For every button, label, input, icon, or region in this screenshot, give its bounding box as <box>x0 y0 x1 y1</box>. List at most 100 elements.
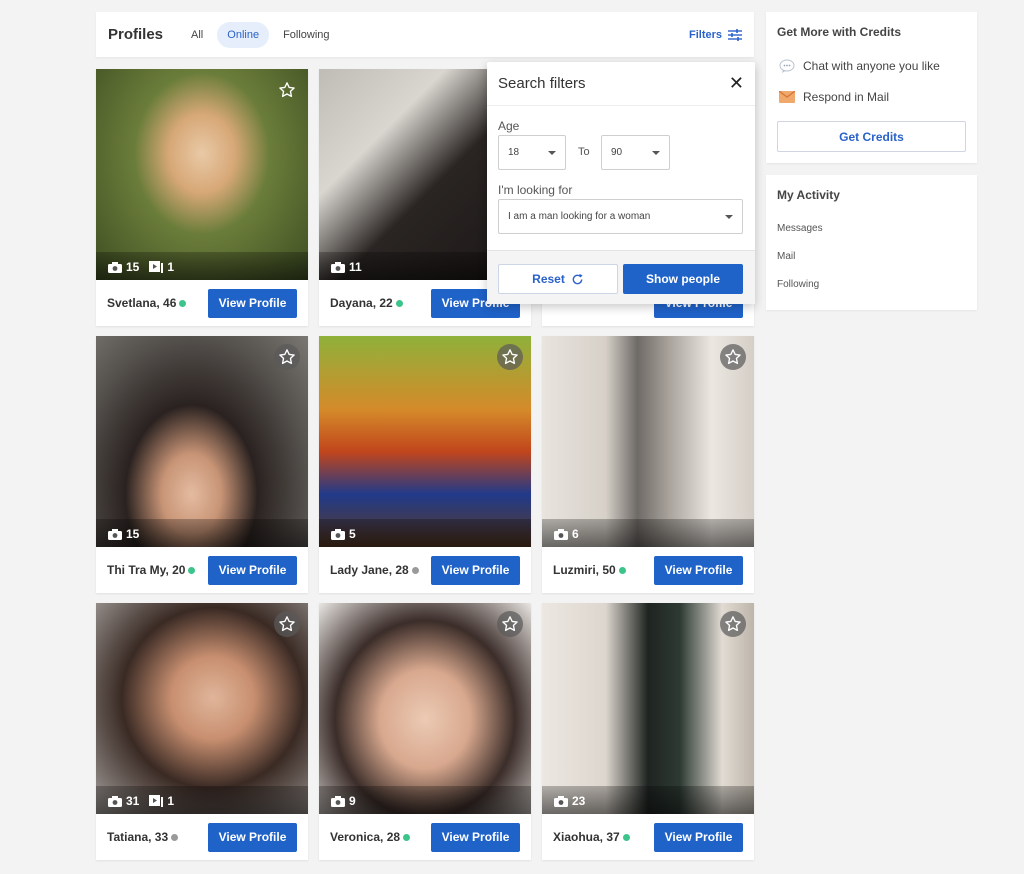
photo-count: 11 <box>349 260 362 274</box>
camera-icon <box>331 795 345 807</box>
video-count: 1 <box>167 794 175 808</box>
view-profile-button[interactable]: View Profile <box>208 288 297 318</box>
sliders-icon <box>728 28 742 41</box>
profile-card[interactable]: 5 Lady Jane, 28 View Profile <box>319 336 531 593</box>
filters-button[interactable]: Filters <box>688 28 742 41</box>
view-profile-button[interactable]: View Profile <box>654 822 743 852</box>
online-status-dot <box>403 833 411 841</box>
chevron-down-icon <box>725 214 733 219</box>
online-status-dot <box>395 299 403 307</box>
tab-following[interactable]: Following <box>273 22 339 48</box>
tab-all[interactable]: All <box>181 22 213 48</box>
activity-link-messages[interactable]: Messages <box>777 223 823 234</box>
profile-card[interactable]: 9 Veronica, 28 View Profile <box>319 603 531 860</box>
looking-for-value: I am a man looking for a woman <box>508 211 651 222</box>
media-counts: 23 <box>554 794 595 808</box>
media-counts: 15 1 <box>108 260 184 274</box>
age-from-select[interactable]: 18 <box>498 135 566 170</box>
profile-photo[interactable]: 15 <box>96 336 308 547</box>
photo-count: 5 <box>349 527 356 541</box>
profile-card[interactable]: 31 1 Tatiana, 33 View Profile <box>96 603 308 860</box>
credits-item-mail: Respond in Mail <box>779 89 889 105</box>
favorite-star-icon[interactable] <box>497 611 523 637</box>
favorite-star-icon[interactable] <box>720 344 746 370</box>
view-profile-button[interactable]: View Profile <box>431 555 520 585</box>
profile-photo[interactable]: 15 1 <box>96 69 308 280</box>
profile-photo[interactable]: 9 <box>319 603 531 814</box>
activity-link-mail[interactable]: Mail <box>777 251 795 262</box>
media-counts: 9 <box>331 794 366 808</box>
tab-online[interactable]: Online <box>217 21 270 48</box>
photo-count: 15 <box>126 260 140 274</box>
profile-name: Veronica, 28 <box>330 830 401 844</box>
profile-name: Luzmiri, 50 <box>553 563 616 577</box>
profile-photo[interactable]: 6 <box>542 336 754 547</box>
mail-envelope-icon <box>779 89 795 105</box>
credits-item-chat: Chat with anyone you like <box>779 58 940 74</box>
profile-photo[interactable]: 31 1 <box>96 603 308 814</box>
video-count: 1 <box>167 260 175 274</box>
profile-card[interactable]: 23 Xiaohua, 37 View Profile <box>542 603 754 860</box>
reset-button[interactable]: Reset <box>498 264 618 294</box>
camera-icon <box>554 795 568 807</box>
media-counts: 15 <box>108 527 149 541</box>
profile-name: Tatiana, 33 <box>107 830 169 844</box>
profile-photo[interactable]: 23 <box>542 603 754 814</box>
credits-panel: Get More with Credits Chat with anyone y… <box>766 12 977 163</box>
looking-for-select[interactable]: I am a man looking for a woman <box>498 199 743 234</box>
close-icon[interactable]: ✕ <box>729 73 744 94</box>
favorite-star-icon[interactable] <box>274 344 300 370</box>
profile-card[interactable]: 15 Thi Tra My, 20 View Profile <box>96 336 308 593</box>
get-credits-button[interactable]: Get Credits <box>777 121 966 152</box>
refresh-icon <box>572 273 583 284</box>
profile-photo[interactable]: 5 <box>319 336 531 547</box>
chevron-down-icon <box>652 150 660 155</box>
online-status-dot <box>618 566 626 574</box>
camera-icon <box>108 261 122 273</box>
favorite-star-icon[interactable] <box>720 611 746 637</box>
activity-panel: My Activity Messages Mail Following <box>766 175 977 310</box>
looking-for-label: I'm looking for <box>498 183 573 197</box>
offline-status-dot <box>411 566 419 574</box>
page-title: Profiles <box>108 26 164 43</box>
photo-count: 9 <box>349 794 356 808</box>
video-icon <box>149 795 164 807</box>
photo-count: 15 <box>126 527 140 541</box>
show-people-button[interactable]: Show people <box>623 264 743 294</box>
credits-item-label: Chat with anyone you like <box>803 59 940 73</box>
to-label: To <box>578 146 590 158</box>
search-filters-popup: Search filters ✕ Age 18 To 90 I'm lookin… <box>487 62 755 304</box>
offline-status-dot <box>171 833 179 841</box>
favorite-star-icon[interactable] <box>274 77 300 103</box>
online-status-dot <box>622 833 630 841</box>
view-profile-button[interactable]: View Profile <box>208 555 297 585</box>
profile-card[interactable]: 15 1 Svetlana, 46 View Profile <box>96 69 308 326</box>
popup-footer: Reset Show people <box>487 250 755 304</box>
media-counts: 11 <box>331 260 372 274</box>
filters-label: Filters <box>688 28 722 41</box>
favorite-star-icon[interactable] <box>274 611 300 637</box>
age-label: Age <box>498 119 520 133</box>
credits-item-label: Respond in Mail <box>803 90 890 104</box>
age-to-value: 90 <box>611 147 623 158</box>
view-profile-button[interactable]: View Profile <box>431 822 520 852</box>
profile-name: Lady Jane, 28 <box>330 563 409 577</box>
chat-bubble-icon <box>779 58 795 74</box>
age-to-select[interactable]: 90 <box>601 135 670 170</box>
profile-name: Svetlana, 46 <box>107 296 177 310</box>
camera-icon <box>331 528 345 540</box>
profile-name: Thi Tra My, 20 <box>107 563 186 577</box>
view-profile-button[interactable]: View Profile <box>208 822 297 852</box>
profile-card[interactable]: 6 Luzmiri, 50 View Profile <box>542 336 754 593</box>
camera-icon <box>331 261 345 273</box>
camera-icon <box>108 528 122 540</box>
favorite-star-icon[interactable] <box>497 344 523 370</box>
media-counts: 31 1 <box>108 794 184 808</box>
activity-title: My Activity <box>777 188 840 202</box>
photo-count: 23 <box>572 794 586 808</box>
activity-link-following[interactable]: Following <box>777 279 819 290</box>
view-profile-button[interactable]: View Profile <box>654 555 743 585</box>
video-icon <box>149 261 164 273</box>
photo-count: 6 <box>572 527 579 541</box>
search-filters-title: Search filters <box>498 75 586 92</box>
